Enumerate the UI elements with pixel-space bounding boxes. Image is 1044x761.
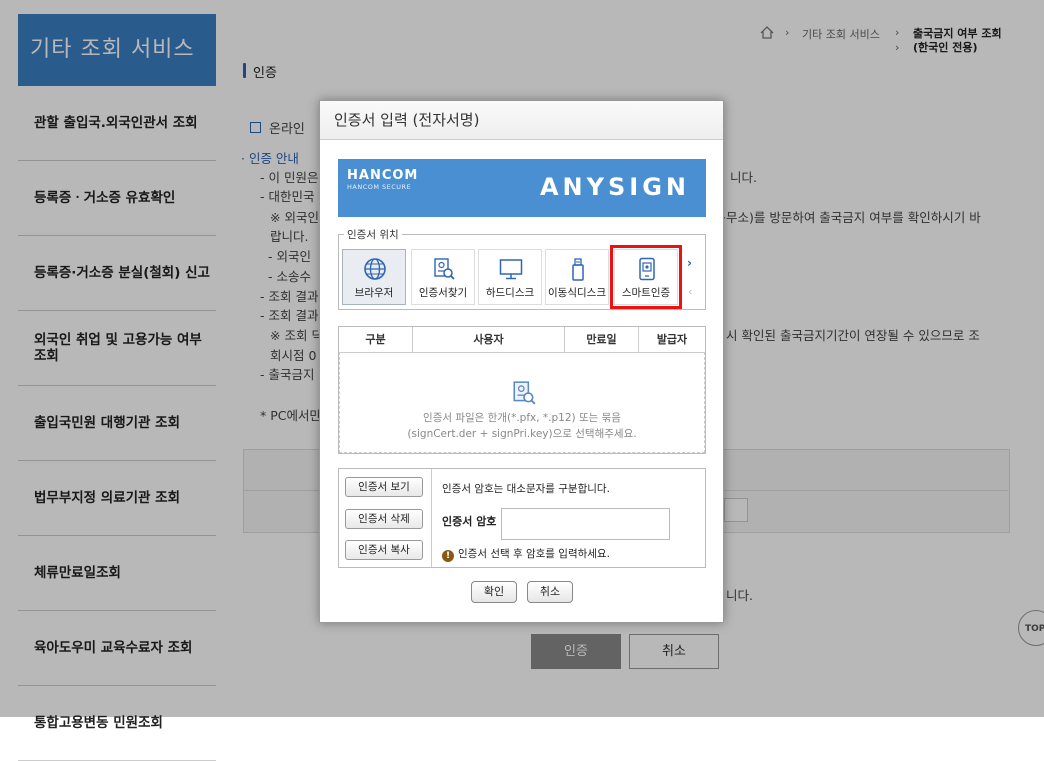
location-removable-disk[interactable]: 이동식디스크	[545, 249, 609, 305]
dialog-title: 인증서 입력 (전자서명)	[320, 101, 723, 140]
empty-message-line2: (signCert.der + signPri.key)으로 선택해주세요.	[407, 428, 637, 440]
case-sensitivity-note: 인증서 암호는 대소문자를 구분합니다.	[442, 483, 610, 495]
location-hard-disk[interactable]: 하드디스크	[478, 249, 542, 305]
password-warning: ! 인증서 선택 후 암호를 입력하세요.	[442, 546, 610, 562]
hancom-logo: HANCOM	[347, 168, 419, 183]
location-label: 하드디스크	[485, 287, 535, 299]
anysign-banner: HANCOM HANCOM SECURE ANYSIGN	[338, 159, 706, 217]
password-label: 인증서 암호	[442, 515, 497, 528]
dialog-cancel-button[interactable]: 취소	[527, 581, 573, 603]
usb-icon	[566, 257, 590, 281]
certificate-table-header: 구분 사용자 만료일 발급자	[339, 327, 705, 353]
monitor-icon	[499, 257, 523, 281]
delete-cert-button[interactable]: 인증서 삭제	[345, 509, 423, 529]
smartphone-icon	[635, 257, 659, 281]
location-smart-auth[interactable]: 스마트인증	[610, 245, 682, 309]
column-type: 구분	[339, 327, 413, 352]
cert-location-label: 인증서 위치	[344, 227, 402, 242]
warning-text: 인증서 선택 후 암호를 입력하세요.	[458, 548, 610, 560]
cert-search-icon	[432, 257, 456, 281]
cert-search-icon	[511, 380, 537, 406]
globe-icon	[363, 257, 387, 281]
column-issuer: 발급자	[656, 333, 688, 346]
empty-message: 인증서 파일은 한개(*.pfx, *.p12) 또는 묶음 (signCert…	[340, 410, 704, 442]
password-field[interactable]	[501, 508, 670, 540]
column-expiry: 만료일	[565, 327, 639, 352]
exclamation-icon: !	[442, 550, 454, 562]
chevron-right-icon[interactable]: ›	[687, 256, 692, 270]
location-browser[interactable]: 브라우저	[342, 249, 406, 305]
chevron-left-icon[interactable]: ‹	[688, 285, 692, 298]
location-cert-search[interactable]: 인증서찾기	[411, 249, 475, 305]
anysign-logo: ANYSIGN	[539, 173, 690, 201]
hancom-logo-subtitle: HANCOM SECURE	[347, 183, 412, 191]
location-label: 인증서찾기	[418, 287, 468, 299]
location-label: 스마트인증	[621, 287, 671, 299]
password-panel: 인증서 보기 인증서 삭제 인증서 복사 인증서 암호는 대소문자를 구분합니다…	[338, 468, 706, 568]
certificate-table: 구분 사용자 만료일 발급자 인증서 파일은 한개(*.pfx, *.p12) …	[338, 326, 706, 454]
copy-cert-button[interactable]: 인증서 복사	[345, 540, 423, 560]
certificate-dialog: 인증서 입력 (전자서명) HANCOM HANCOM SECURE ANYSI…	[319, 100, 724, 623]
location-label: 브라우저	[354, 287, 394, 299]
panel-divider	[431, 469, 432, 567]
empty-message-line1: 인증서 파일은 한개(*.pfx, *.p12) 또는 묶음	[423, 412, 621, 424]
certificate-list-empty[interactable]: 인증서 파일은 한개(*.pfx, *.p12) 또는 묶음 (signCert…	[339, 352, 705, 453]
column-user: 사용자	[413, 327, 565, 352]
location-label: 이동식디스크	[548, 287, 606, 299]
confirm-button[interactable]: 확인	[471, 581, 517, 603]
view-cert-button[interactable]: 인증서 보기	[345, 477, 423, 497]
